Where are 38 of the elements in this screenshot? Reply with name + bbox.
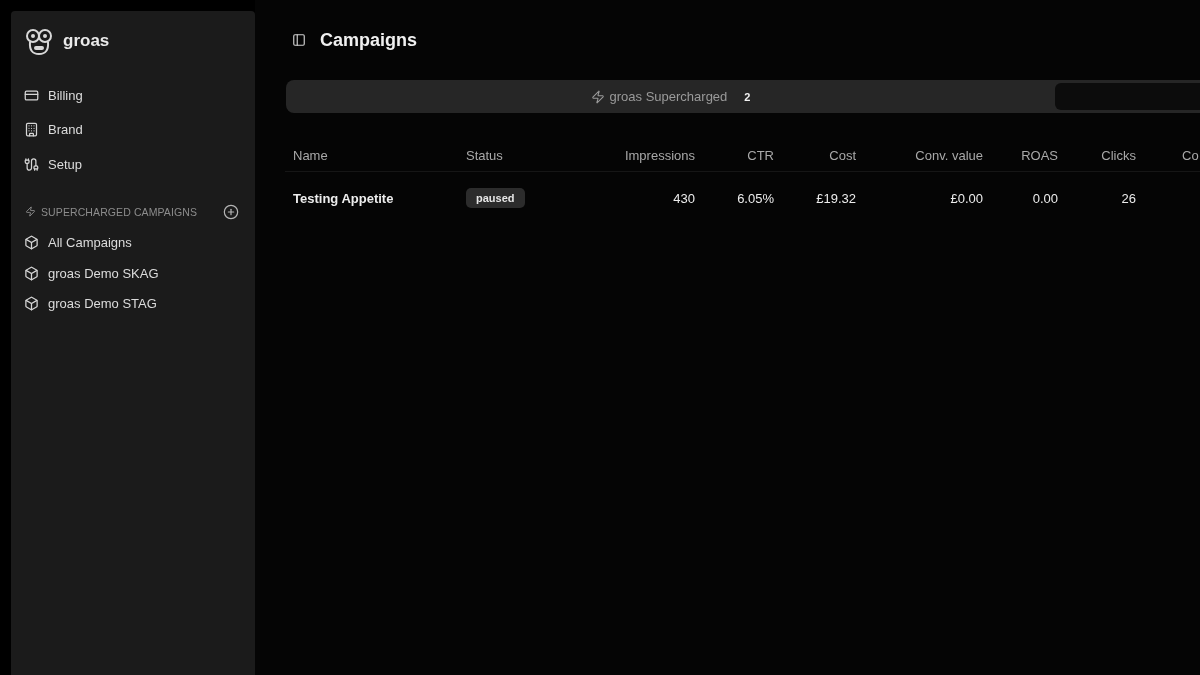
column-header[interactable]: Name	[293, 148, 328, 163]
brand-name: groas	[63, 31, 110, 51]
section-title: SUPERCHARGED CAMPAIGNS	[41, 205, 198, 218]
table-cell: 26	[1121, 190, 1136, 206]
lightning-icon	[590, 89, 605, 104]
box-icon	[24, 265, 39, 281]
column-header[interactable]: Co	[1182, 148, 1199, 163]
box-icon	[24, 296, 39, 312]
plus-circle-icon[interactable]	[223, 203, 239, 220]
column-header[interactable]: Impressions	[624, 148, 695, 163]
page-title: Campaigns	[320, 29, 418, 51]
column-header[interactable]: Conv. value	[915, 148, 983, 163]
status-badge: paused	[466, 188, 525, 208]
table-cell: £0.00	[950, 190, 983, 206]
sidebar-item[interactable]: Billing	[24, 78, 83, 113]
panel-icon[interactable]	[292, 33, 306, 47]
campaign-name[interactable]: Testing Appetite	[293, 190, 394, 206]
table-cell: 0.00	[1032, 190, 1058, 206]
table-cell: 430	[673, 190, 695, 206]
sidebar-item[interactable]: All Campaigns	[24, 227, 132, 258]
sidebar-item[interactable]: groas Demo STAG	[24, 288, 157, 319]
column-header[interactable]: Status	[466, 148, 503, 163]
credit-card-icon	[24, 87, 39, 103]
sidebar-item[interactable]: Setup	[24, 147, 82, 182]
goggle-face-icon	[24, 26, 54, 56]
box-icon	[24, 235, 39, 251]
sidebar-item[interactable]: groas Demo SKAG	[24, 258, 159, 289]
column-header[interactable]: Clicks	[1101, 148, 1136, 163]
building-icon	[24, 122, 39, 138]
column-header[interactable]: Cost	[829, 148, 856, 163]
table-cell: £19.32	[816, 190, 856, 206]
column-header[interactable]: ROAS	[1021, 148, 1058, 163]
sidebar-item[interactable]: Brand	[24, 112, 83, 147]
column-header[interactable]: CTR	[747, 148, 774, 163]
cable-icon	[24, 156, 39, 172]
lightning-icon	[25, 206, 36, 217]
table-cell: 6.05%	[737, 190, 774, 206]
tab[interactable]: groas Supercharged 2	[289, 83, 1052, 110]
